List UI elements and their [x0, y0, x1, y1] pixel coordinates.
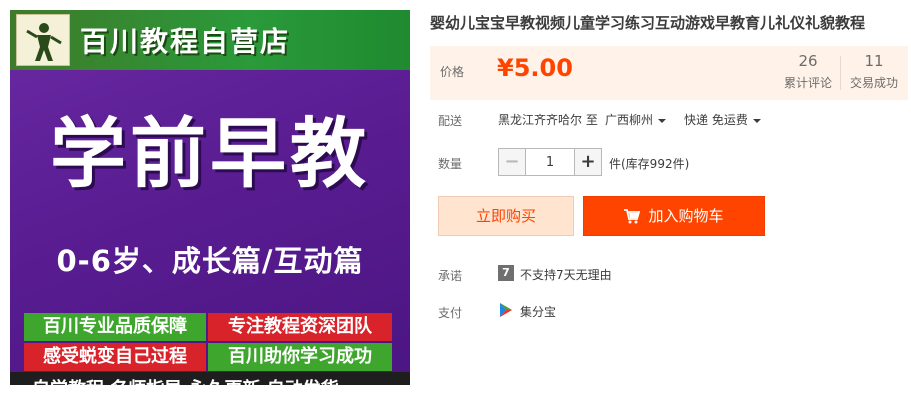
stat-divider [840, 56, 841, 90]
promo-transform: 感受蜕变自己过程 [24, 343, 206, 371]
sales-count: 11 [864, 52, 884, 70]
jifenbao-icon [500, 303, 512, 317]
chevron-down-icon [658, 118, 667, 123]
product-title: 婴幼儿宝宝早教视频儿童学习练习互动游戏早教育儿礼仪礼貌教程 [430, 14, 866, 32]
price-value: ¥5.00 [497, 54, 573, 82]
quantity-label: 数量 [438, 157, 463, 171]
payment-label: 支付 [438, 306, 463, 320]
shipping-label: 配送 [438, 114, 463, 128]
payment-method[interactable]: 集分宝 [520, 303, 556, 320]
stock-text: 件(库存992件) [609, 157, 690, 171]
image-sub-title: 0-6岁、成长篇/互动篇 [56, 244, 364, 278]
promo-quality: 百川专业品质保障 [24, 313, 206, 341]
promise-text[interactable]: 不支持7天无理由 [520, 266, 612, 283]
sales-label: 交易成功 [849, 76, 898, 90]
shipping-destination: 广西柳州 [605, 113, 654, 127]
promise-label: 承诺 [438, 269, 463, 283]
quantity-increase-button[interactable]: + [574, 148, 602, 176]
sales-stat: 11 交易成功 [844, 52, 904, 91]
quantity-decrease-button[interactable]: − [498, 148, 526, 176]
product-image[interactable]: 百川教程自营店 学前早教 0-6岁、成长篇/互动篇 百川专业品质保障 专注教程资… [10, 10, 410, 385]
reviews-stat[interactable]: 26 累计评论 [778, 52, 838, 91]
add-to-cart-button[interactable]: 加入购物车 [583, 196, 765, 236]
quantity-stepper: − + [498, 148, 602, 176]
no-return-icon: 7 [498, 265, 514, 281]
cart-icon [624, 209, 641, 224]
price-box: 价格 ¥5.00 26 累计评论 11 交易成功 [430, 46, 908, 100]
promo-team: 专注教程资深团队 [208, 313, 392, 341]
shipping-from: 黑龙江齐齐哈尔 至 [498, 113, 598, 127]
reviews-label: 累计评论 [783, 76, 832, 90]
image-bottom-strip: 自学教程 名师指导 永久更新 自动发货 [10, 372, 410, 385]
store-name: 百川教程自营店 [80, 25, 291, 58]
shipping-method-select[interactable]: 快递 免运费 [684, 111, 761, 128]
store-logo [16, 14, 70, 66]
reviews-count: 26 [798, 52, 818, 70]
buy-now-button[interactable]: 立即购买 [438, 196, 574, 236]
chevron-down-icon [752, 118, 761, 123]
shipping-destination-select[interactable]: 广西柳州 [605, 111, 667, 128]
store-banner: 百川教程自营店 [10, 10, 410, 70]
promo-success: 百川助你学习成功 [208, 343, 392, 371]
image-main-title: 学前早教 [50, 109, 370, 198]
shipping-method: 快递 免运费 [684, 113, 748, 127]
quantity-input[interactable] [526, 148, 574, 176]
add-to-cart-label: 加入购物车 [648, 207, 724, 225]
price-label: 价格 [440, 65, 465, 79]
